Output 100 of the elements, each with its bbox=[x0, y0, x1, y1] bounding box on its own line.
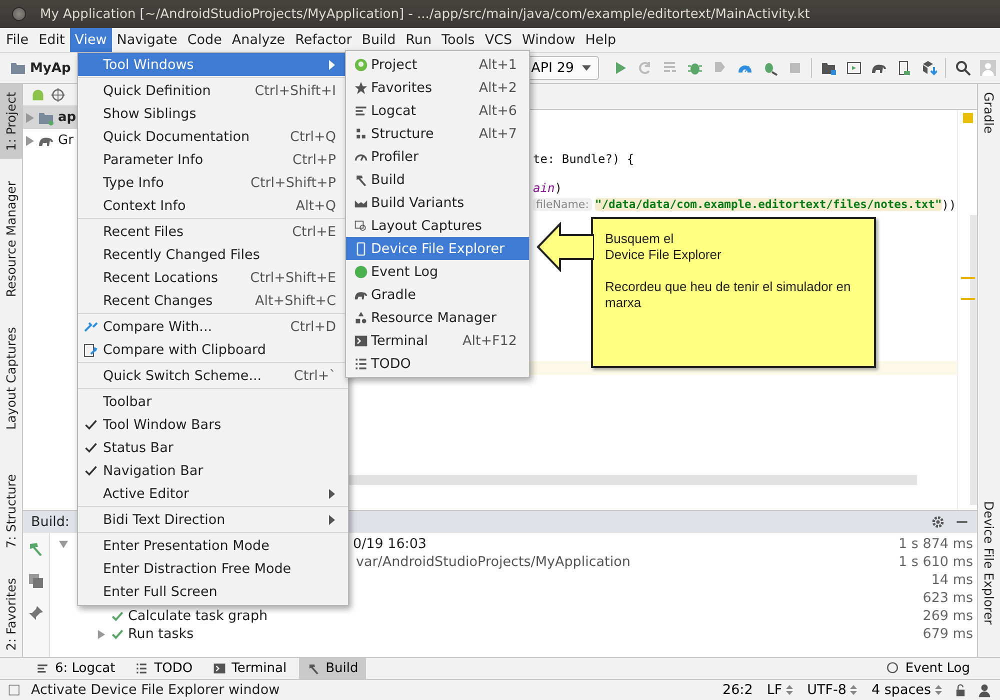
lines-icon bbox=[36, 662, 49, 675]
breadcrumb[interactable]: MyAp bbox=[30, 60, 71, 76]
project-tree-item[interactable]: ap bbox=[58, 110, 76, 125]
menu-item[interactable]: Recent Changes Alt+Shift+C bbox=[78, 289, 348, 312]
shortcut-label: Alt+Shift+C bbox=[254, 292, 336, 308]
menu-bar-item[interactable]: Analyze bbox=[226, 28, 290, 52]
menu-item[interactable]: Enter Distraction Free Mode bbox=[78, 557, 348, 580]
menu-item[interactable]: Enter Full Screen bbox=[78, 580, 348, 603]
submenu-arrow-icon bbox=[328, 514, 336, 524]
menu-item[interactable]: Show Siblings bbox=[78, 102, 348, 125]
menu-item[interactable]: Resource Manager bbox=[346, 306, 529, 329]
tool-window-tab[interactable]: Resource Manager bbox=[0, 172, 22, 305]
tool-window-tab[interactable]: TODO bbox=[127, 658, 201, 679]
menu-bar-item[interactable]: VCS bbox=[480, 28, 518, 52]
menu-bar-item[interactable]: Code bbox=[182, 28, 227, 52]
menu-item[interactable]: Status Bar bbox=[78, 436, 348, 459]
menu-item[interactable]: Device File Explorer bbox=[346, 237, 529, 260]
tool-window-tab[interactable]: Build bbox=[298, 658, 366, 679]
menu-item[interactable]: Tool Windows bbox=[78, 53, 348, 76]
menu-item[interactable]: Navigation Bar bbox=[78, 459, 348, 482]
clipboard-compare-icon bbox=[82, 342, 98, 358]
settings-icon[interactable] bbox=[931, 515, 945, 529]
menu-bar-item[interactable]: Run bbox=[400, 28, 437, 52]
shortcut-label: Ctrl+` bbox=[292, 368, 336, 384]
tool-window-tab[interactable]: 2: Favorites bbox=[0, 570, 22, 659]
menu-item[interactable]: Structure Alt+7 bbox=[346, 122, 529, 145]
event-log-tab[interactable]: Event Log bbox=[878, 658, 978, 679]
code-text: "/data/data/com.example.editortext/files/notes.txt" bbox=[594, 198, 942, 211]
menu-bar-item[interactable]: Window bbox=[517, 28, 580, 52]
dropdown-icon bbox=[786, 685, 794, 695]
menu-item[interactable]: Layout Captures bbox=[346, 214, 529, 237]
window-close-button[interactable] bbox=[12, 7, 26, 21]
folder-icon bbox=[10, 60, 26, 76]
menu-item[interactable]: Bidi Text Direction bbox=[78, 508, 348, 531]
tool-window-tab[interactable]: 1: Project bbox=[0, 84, 22, 159]
status-item[interactable]: UTF-8 bbox=[805, 682, 860, 698]
shapes-icon bbox=[354, 310, 368, 324]
menu-bar-item[interactable]: Navigate bbox=[112, 28, 182, 52]
menu-bar-item[interactable]: Build bbox=[356, 28, 401, 52]
menu-item[interactable]: Terminal Alt+F12 bbox=[346, 329, 529, 352]
menu-item[interactable]: Quick Switch Scheme... Ctrl+` bbox=[78, 364, 348, 387]
menu-bar-item[interactable]: File bbox=[1, 28, 34, 52]
menu-item[interactable]: Parameter Info Ctrl+P bbox=[78, 148, 348, 171]
collapsed-arrow-icon bbox=[26, 136, 34, 146]
menu-item[interactable]: Compare With... Ctrl+D bbox=[78, 315, 348, 338]
terminal-icon bbox=[212, 662, 226, 675]
collapsed-arrow-icon bbox=[96, 630, 106, 638]
horizontal-scrollbar[interactable] bbox=[349, 475, 917, 485]
hammer-icon[interactable] bbox=[28, 541, 44, 557]
tool-window-tab[interactable]: Terminal bbox=[204, 658, 295, 679]
menu-item[interactable]: Logcat Alt+6 bbox=[346, 99, 529, 122]
screen-icon bbox=[846, 60, 862, 76]
android-icon bbox=[354, 58, 368, 72]
menu-item[interactable]: Event Log bbox=[346, 260, 529, 283]
menu-item[interactable]: Recent Files Ctrl+E bbox=[78, 220, 348, 243]
build-step[interactable]: Calculate task graph bbox=[128, 608, 268, 624]
menu-item[interactable]: Quick Definition Ctrl+Shift+I bbox=[78, 79, 348, 102]
pin-icon[interactable] bbox=[28, 605, 44, 621]
tool-window-tab[interactable]: Gradle bbox=[978, 84, 1000, 142]
vertical-scrollbar[interactable] bbox=[970, 215, 977, 505]
menu-item[interactable]: Type Info Ctrl+Shift+P bbox=[78, 171, 348, 194]
menu-bar-item[interactable]: Edit bbox=[34, 28, 70, 52]
menu-item[interactable]: Compare with Clipboard bbox=[78, 338, 348, 361]
tool-window-tab[interactable]: Device File Explorer bbox=[978, 493, 1000, 633]
menu-item[interactable]: Gradle bbox=[346, 283, 529, 306]
menu-item[interactable]: Build bbox=[346, 168, 529, 191]
menu-bar-item[interactable]: Refactor bbox=[290, 28, 357, 52]
shortcut-label: Alt+6 bbox=[478, 102, 517, 118]
menu-item[interactable]: Enter Presentation Mode bbox=[78, 534, 348, 557]
status-item[interactable]: 4 spaces bbox=[869, 682, 944, 698]
menu-bar-item[interactable]: Help bbox=[580, 28, 622, 52]
menu-item[interactable]: Toolbar bbox=[78, 390, 348, 413]
status-item[interactable]: 26:2 bbox=[720, 682, 755, 698]
menu-item[interactable]: TODO bbox=[346, 352, 529, 375]
menu-item[interactable]: Profiler bbox=[346, 145, 529, 168]
menu-item[interactable]: Active Editor bbox=[78, 482, 348, 505]
terminal-icon bbox=[354, 334, 368, 348]
android-icon bbox=[31, 88, 45, 102]
build-step[interactable]: Run tasks bbox=[128, 626, 194, 642]
build-step[interactable]: var/AndroidStudioProjects/MyApplication bbox=[356, 554, 630, 570]
menu-item[interactable]: Quick Documentation Ctrl+Q bbox=[78, 125, 348, 148]
project-tree-item[interactable]: Gr bbox=[58, 133, 74, 148]
tool-window-tab[interactable]: 7: Structure bbox=[0, 466, 22, 556]
menu-bar-item[interactable]: Tools bbox=[436, 28, 480, 52]
menu-item[interactable]: Build Variants bbox=[346, 191, 529, 214]
build-step[interactable]: 0/19 16:03 bbox=[353, 536, 427, 552]
status-item[interactable]: LF bbox=[764, 682, 796, 698]
tool-window-tab[interactable]: Layout Captures bbox=[0, 319, 22, 438]
tool-window-tab[interactable]: 6: Logcat bbox=[28, 658, 124, 679]
caret-icon bbox=[582, 65, 591, 71]
layout-captures-icon bbox=[354, 218, 368, 232]
menu-item[interactable]: Recently Changed Files bbox=[78, 243, 348, 266]
menu-item[interactable]: Recent Locations Ctrl+Shift+E bbox=[78, 266, 348, 289]
menu-item[interactable]: Tool Window Bars bbox=[78, 413, 348, 436]
rerun-icon[interactable] bbox=[28, 573, 44, 589]
shortcut-label: Ctrl+D bbox=[289, 318, 336, 334]
list-icon bbox=[354, 356, 368, 370]
check-icon bbox=[110, 628, 124, 640]
menu-item[interactable]: Context Info Alt+Q bbox=[78, 194, 348, 217]
menu-bar-item[interactable]: View bbox=[70, 28, 112, 52]
